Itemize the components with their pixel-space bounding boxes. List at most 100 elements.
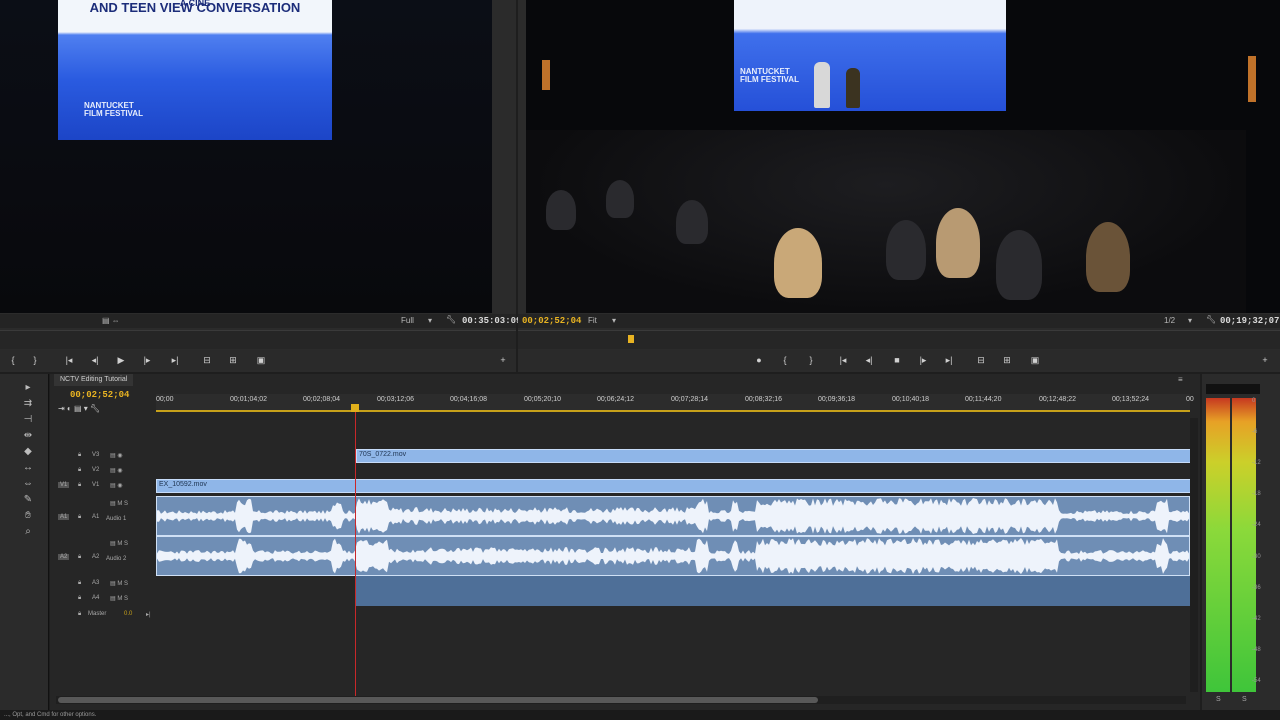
ruler-label: 00;04;16;08 [450, 396, 487, 403]
timeline-panel: NCTV Editing Tutorial ≡ 00;02;52;04 ⇥ ◐ … [50, 374, 1200, 710]
mark-out-icon[interactable]: } [804, 354, 818, 366]
mark-in-icon[interactable]: { [778, 354, 792, 366]
audio-waveform [157, 498, 1189, 534]
db-label: -54 [1252, 678, 1261, 684]
source-transport: { } |◂ ◂| ▶ |▸ ▸| ⊟ ⊞ ▣ + [0, 350, 516, 370]
playhead-handle[interactable] [351, 404, 359, 412]
chevron-down-icon[interactable]: ▾ [1188, 316, 1192, 325]
goto-out-icon[interactable]: ▸| [942, 354, 956, 366]
solo-right-button[interactable]: S [1242, 696, 1247, 703]
lane-a3-a4-clips[interactable] [356, 576, 1190, 606]
chevron-down-icon[interactable]: ▾ [428, 316, 432, 325]
db-label: -24 [1252, 522, 1261, 528]
playhead-line[interactable] [355, 406, 356, 696]
db-label: -36 [1252, 585, 1261, 591]
ruler-label: 00;09;36;18 [818, 396, 855, 403]
audio-clip[interactable] [156, 536, 1190, 576]
time-ruler[interactable]: 00;00 00;01;04;02 00;02;08;04 00;03;12;06 00… [156, 394, 1194, 411]
step-back-icon[interactable]: ◂| [862, 354, 876, 366]
extract-icon[interactable]: ⊞ [1000, 354, 1014, 366]
ripple-edit-tool-icon[interactable]: ⊣ [22, 414, 34, 426]
goto-in-icon[interactable]: |◂ [62, 354, 76, 366]
panel-menu-icon[interactable]: ≡ [1178, 375, 1183, 384]
program-monitor: NANTUCKET FILM FESTIVAL 00;02;52;04 Fit … [518, 0, 1280, 372]
db-label: -30 [1252, 554, 1261, 560]
timeline-horizontal-scrollbar[interactable] [56, 696, 1186, 704]
step-forward-icon[interactable]: |▸ [140, 354, 154, 366]
ruler-label: 00;03;12;06 [377, 396, 414, 403]
audience [526, 130, 1246, 313]
program-fit-select[interactable]: Fit [588, 316, 597, 325]
program-video-frame: NANTUCKET FILM FESTIVAL [526, 0, 1280, 313]
step-back-icon[interactable]: ◂| [88, 354, 102, 366]
insert-icon[interactable]: ⊟ [200, 354, 214, 366]
program-playhead-marker[interactable] [628, 335, 634, 343]
zoom-tool-icon[interactable]: ⌕ [22, 526, 34, 538]
master-volume-value[interactable]: 0.0 [124, 611, 132, 617]
timeline-timecode[interactable]: 00;02;52;04 [70, 390, 129, 400]
lift-icon[interactable]: ⊟ [974, 354, 988, 366]
export-frame-icon[interactable]: ▣ [254, 354, 268, 366]
source-scrub-bar[interactable] [0, 330, 516, 349]
play-icon[interactable]: ▶ [114, 354, 128, 366]
lane-v3: 70S_0722.mov [156, 448, 1192, 464]
overwrite-icon[interactable]: ⊞ [226, 354, 240, 366]
solo-left-button[interactable]: S [1216, 696, 1221, 703]
resolution-select[interactable]: 1/2 [1164, 316, 1175, 325]
track-label-v2: V2 [92, 467, 100, 473]
source-monitor: A CINE AND TEEN VIEW CONVERSATION NANTUC… [0, 0, 521, 372]
video-clip[interactable]: EX_10592.mov [156, 479, 1192, 493]
wrench-icon[interactable]: 🔧︎ [1206, 315, 1216, 324]
selection-tool-icon[interactable]: ▸ [22, 382, 34, 394]
step-forward-icon[interactable]: |▸ [916, 354, 930, 366]
goto-in-icon[interactable]: |◂ [836, 354, 850, 366]
sequence-tab[interactable]: NCTV Editing Tutorial [54, 374, 134, 386]
wrench-icon[interactable]: 🔧︎ [446, 315, 456, 324]
audio-meters-panel: 0 -6 -12 -18 -24 -30 -36 -42 -48 -54 S S [1202, 374, 1280, 710]
settings-icon[interactable]: ▤ ⇔ [102, 316, 120, 325]
audio-waveform [157, 538, 1189, 574]
video-clip[interactable]: 70S_0722.mov [356, 449, 1192, 463]
slip-tool-icon[interactable]: ↔ [22, 462, 34, 474]
add-button-icon[interactable]: + [496, 354, 510, 366]
mark-in-icon[interactable]: { [6, 354, 20, 366]
program-timecode[interactable]: 00;02;52;04 [522, 316, 581, 326]
add-marker-icon[interactable]: ● [752, 354, 766, 366]
ruler-label: 00;08;32;16 [745, 396, 782, 403]
source-settings-strip: ▤ ⇔ Full ▾ 🔧︎ 00:35:03:09 [0, 314, 521, 328]
export-frame-icon[interactable]: ▣ [1028, 354, 1042, 366]
program-scrub-bar[interactable] [518, 330, 1280, 349]
track-label-a4: A4 [92, 595, 100, 601]
rolling-edit-tool-icon[interactable]: ⇹ [22, 430, 34, 442]
goto-out-icon[interactable]: ▸| [168, 354, 182, 366]
source-fit-select[interactable]: Full [401, 316, 414, 325]
audio-clip[interactable] [156, 496, 1190, 536]
source-video-frame: A CINE AND TEEN VIEW CONVERSATION NANTUC… [0, 0, 492, 313]
stop-icon[interactable]: ■ [890, 354, 904, 366]
program-duration: 00;19;32;07 [1220, 316, 1280, 326]
wall-light [542, 60, 550, 90]
projection-screen: A CINE AND TEEN VIEW CONVERSATION NANTUC… [58, 0, 332, 140]
ruler-label: 00;07;28;14 [671, 396, 708, 403]
timeline-tools-icon[interactable]: ⇥ ◐ ▤ ▾ 🔧︎ [58, 404, 100, 413]
track-label-a3: A3 [92, 580, 100, 586]
mark-out-icon[interactable]: } [28, 354, 42, 366]
razor-tool-icon[interactable]: ◆ [22, 446, 34, 458]
db-label: -12 [1252, 460, 1261, 466]
speaker-figure [814, 62, 830, 108]
meter-left [1206, 398, 1230, 692]
meter-clip-indicators[interactable] [1206, 384, 1260, 394]
add-button-icon[interactable]: + [1258, 354, 1272, 366]
hand-tool-icon[interactable]: ✋︎ [22, 510, 34, 522]
projection-screen: NANTUCKET FILM FESTIVAL [734, 0, 1006, 111]
chevron-down-icon[interactable]: ▾ [612, 316, 616, 325]
ruler-label: 00;00 [156, 396, 174, 403]
track-name-a1: Audio 1 [106, 516, 127, 522]
ruler-label: 00;12;48;22 [1039, 396, 1076, 403]
timeline-vertical-scrollbar[interactable] [1190, 418, 1198, 692]
pen-tool-icon[interactable]: ✎ [22, 494, 34, 506]
slide-tool-icon[interactable]: ⇔ [22, 478, 34, 490]
work-area-bar[interactable] [156, 410, 1190, 412]
scroll-thumb[interactable] [58, 697, 818, 703]
track-select-tool-icon[interactable]: ⇉ [22, 398, 34, 410]
